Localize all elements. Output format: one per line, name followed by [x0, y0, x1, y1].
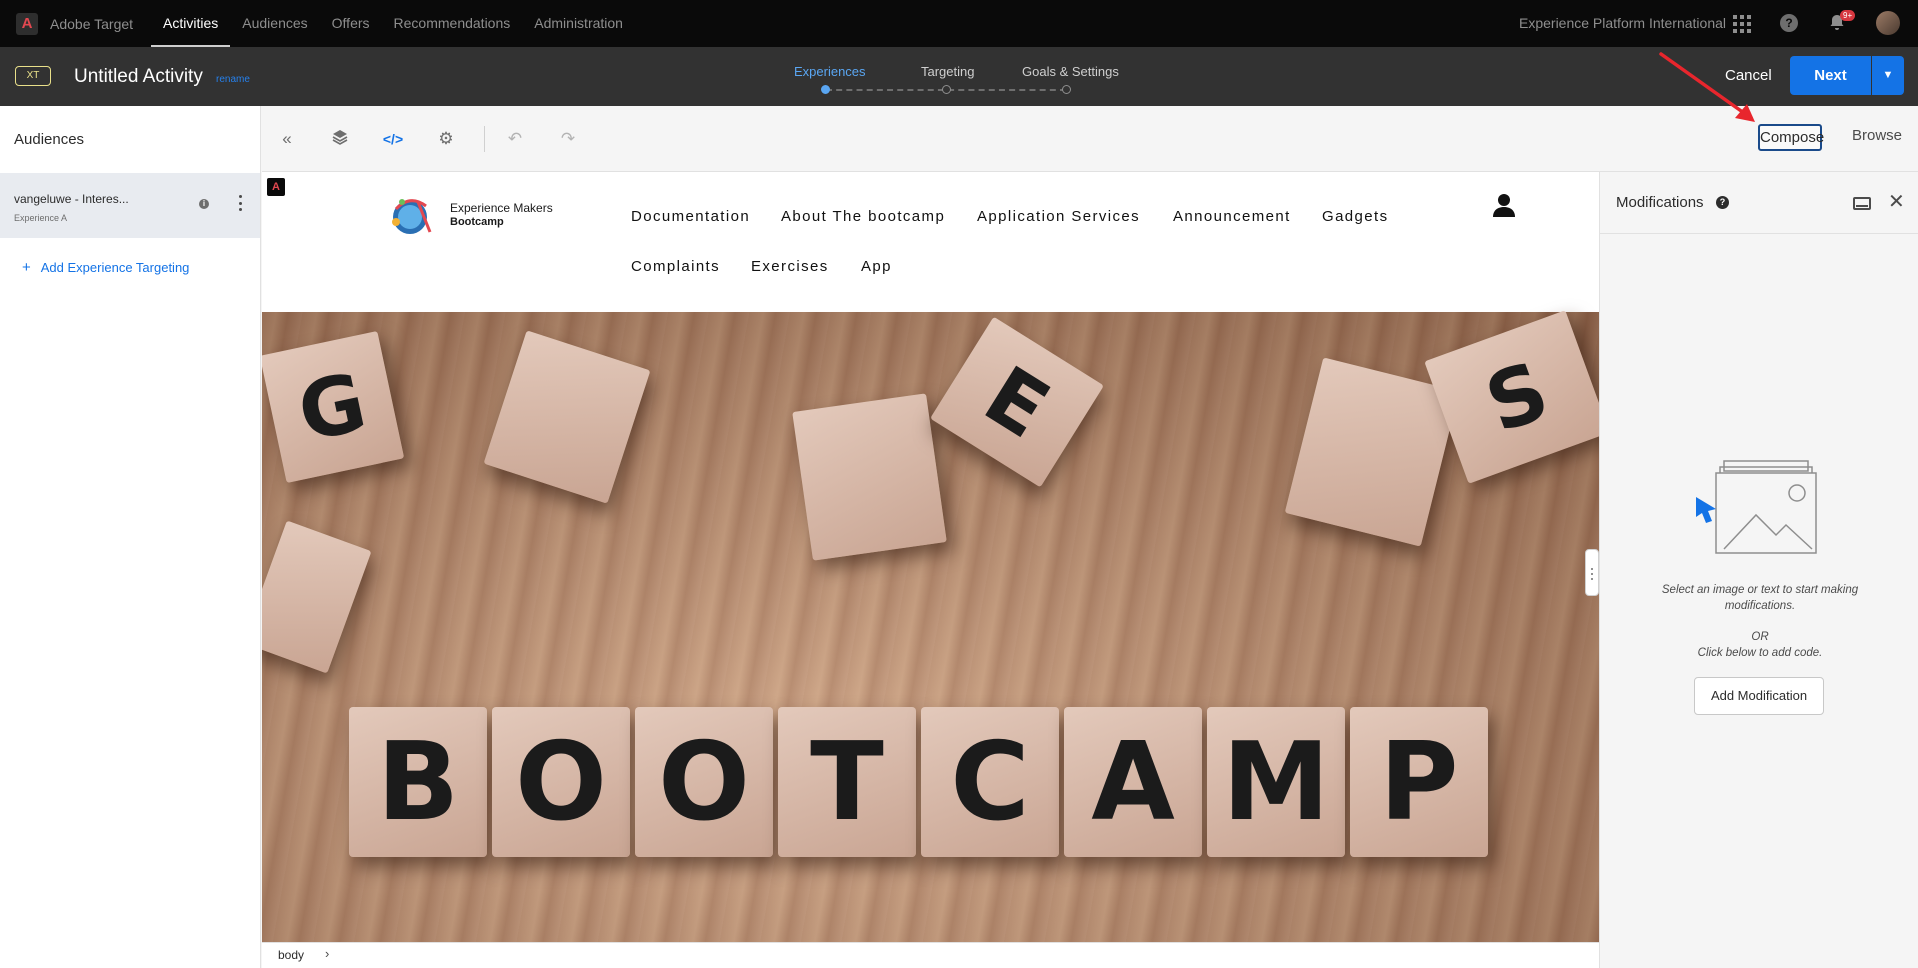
code-icon[interactable]: </> [382, 128, 404, 150]
menu-announcement[interactable]: Announcement [1173, 208, 1291, 225]
help-icon[interactable]: ? [1780, 14, 1798, 32]
modifications-header: Modifications ? ✕ [1600, 172, 1918, 234]
bootcamp-logo-icon[interactable] [388, 194, 432, 236]
hero-block-letter: P [1350, 707, 1488, 857]
hero-block-letter: O [635, 707, 773, 857]
dock-panel-icon[interactable] [1853, 197, 1871, 210]
undo-icon[interactable]: ↶ [504, 128, 526, 150]
element-breadcrumb: body › [262, 942, 1599, 968]
nav-recommendations[interactable]: Recommendations [382, 0, 523, 47]
panel-resize-handle[interactable] [1585, 549, 1599, 596]
nav-administration[interactable]: Administration [522, 0, 635, 47]
empty-state-text: Select an image or text to start making … [1661, 584, 1859, 612]
menu-complaints[interactable]: Complaints [631, 258, 720, 275]
hero-block-letter: A [1064, 707, 1202, 857]
hero-block-letter: T [778, 707, 916, 857]
adobe-logo-icon[interactable]: A [16, 12, 38, 35]
more-options-icon[interactable] [239, 195, 243, 211]
audiences-heading: Audiences [14, 131, 85, 148]
step-dot-targeting [942, 85, 951, 94]
browse-button[interactable]: Browse [1852, 127, 1902, 144]
layers-icon[interactable] [329, 128, 351, 150]
menu-documentation[interactable]: Documentation [631, 208, 750, 225]
step-goals-settings[interactable]: Goals & Settings [1022, 64, 1119, 79]
audience-item[interactable]: vangeluwe - Interes... Experience A i [0, 173, 260, 238]
redo-icon[interactable]: ↷ [557, 128, 579, 150]
hero-block-letter: M [1207, 707, 1345, 857]
settings-icon[interactable]: ⚙ [435, 128, 457, 150]
nav-activities[interactable]: Activities [151, 0, 231, 47]
modifications-panel: Modifications ? ✕ Select an image or tex… [1599, 172, 1918, 968]
add-targeting-label: Add Experience Targeting [40, 260, 190, 275]
hero-block-l [792, 393, 947, 561]
step-dot-experiences [821, 85, 830, 94]
step-dot-goals [1062, 85, 1071, 94]
logo-subtitle: Bootcamp [450, 216, 504, 228]
notification-badge: 9+ [1840, 10, 1856, 21]
collapse-icon[interactable]: « [276, 128, 298, 150]
hero-block-letter: C [921, 707, 1059, 857]
user-icon[interactable] [1493, 193, 1515, 217]
toolbar-divider [484, 126, 485, 152]
help-icon[interactable]: ? [1716, 196, 1729, 209]
workflow-steps: Experiences Targeting Goals & Settings [782, 64, 1122, 94]
step-experiences[interactable]: Experiences [794, 64, 866, 79]
org-switcher[interactable]: Experience Platform International [1519, 15, 1726, 31]
logo-title: Experience Makers [450, 201, 553, 215]
site-header[interactable]: A Experience Makers Bootcamp Documentati… [262, 172, 1599, 312]
hero-block-letter: B [349, 707, 487, 857]
add-modification-button[interactable]: Add Modification [1694, 677, 1824, 715]
adobe-target-icon: A [267, 178, 285, 196]
menu-application-services[interactable]: Application Services [977, 208, 1140, 225]
menu-app[interactable]: App [861, 258, 892, 275]
chevron-right-icon[interactable]: › [325, 946, 329, 961]
activity-title: Untitled Activity [74, 66, 203, 87]
rename-link[interactable]: rename [216, 74, 250, 85]
experience-name: Experience A [14, 213, 68, 223]
nav-audiences[interactable]: Audiences [230, 0, 319, 47]
chevron-down-icon[interactable]: ▼ [1872, 56, 1904, 95]
hero-block-letter: O [492, 707, 630, 857]
audience-name: vangeluwe - Interes... [14, 192, 129, 206]
apps-grid-icon[interactable] [1733, 15, 1751, 33]
product-name[interactable]: Adobe Target [50, 16, 133, 32]
breadcrumb-body[interactable]: body [278, 948, 304, 962]
annotation-arrow-icon [1659, 52, 1755, 122]
compose-button[interactable]: Compose [1758, 124, 1824, 151]
menu-gadgets[interactable]: Gadgets [1322, 208, 1389, 225]
step-targeting[interactable]: Targeting [921, 64, 974, 79]
plus-icon: + [22, 259, 31, 276]
empty-image-illustration-icon [1696, 460, 1817, 554]
close-icon[interactable]: ✕ [1888, 189, 1905, 214]
activity-header: XT Untitled Activity rename Experiences … [0, 47, 1918, 106]
avatar[interactable] [1876, 11, 1900, 35]
empty-state-hint: Click below to add code. [1697, 647, 1823, 659]
menu-about-bootcamp[interactable]: About The bootcamp [781, 208, 945, 225]
info-icon[interactable]: i [199, 199, 209, 209]
modifications-title: Modifications [1616, 194, 1704, 211]
hero-image[interactable]: G E S B O O T C A M P [262, 310, 1599, 942]
nav-offers[interactable]: Offers [320, 0, 382, 47]
empty-state-or: OR [1751, 631, 1769, 643]
menu-exercises[interactable]: Exercises [751, 258, 829, 275]
activity-type-badge: XT [15, 66, 51, 86]
audiences-panel: Audiences vangeluwe - Interes... Experie… [0, 106, 261, 968]
add-experience-targeting-button[interactable]: + Add Experience Targeting [22, 259, 189, 276]
next-button[interactable]: Next [1790, 56, 1871, 95]
website-preview[interactable]: A Experience Makers Bootcamp Documentati… [262, 172, 1599, 942]
